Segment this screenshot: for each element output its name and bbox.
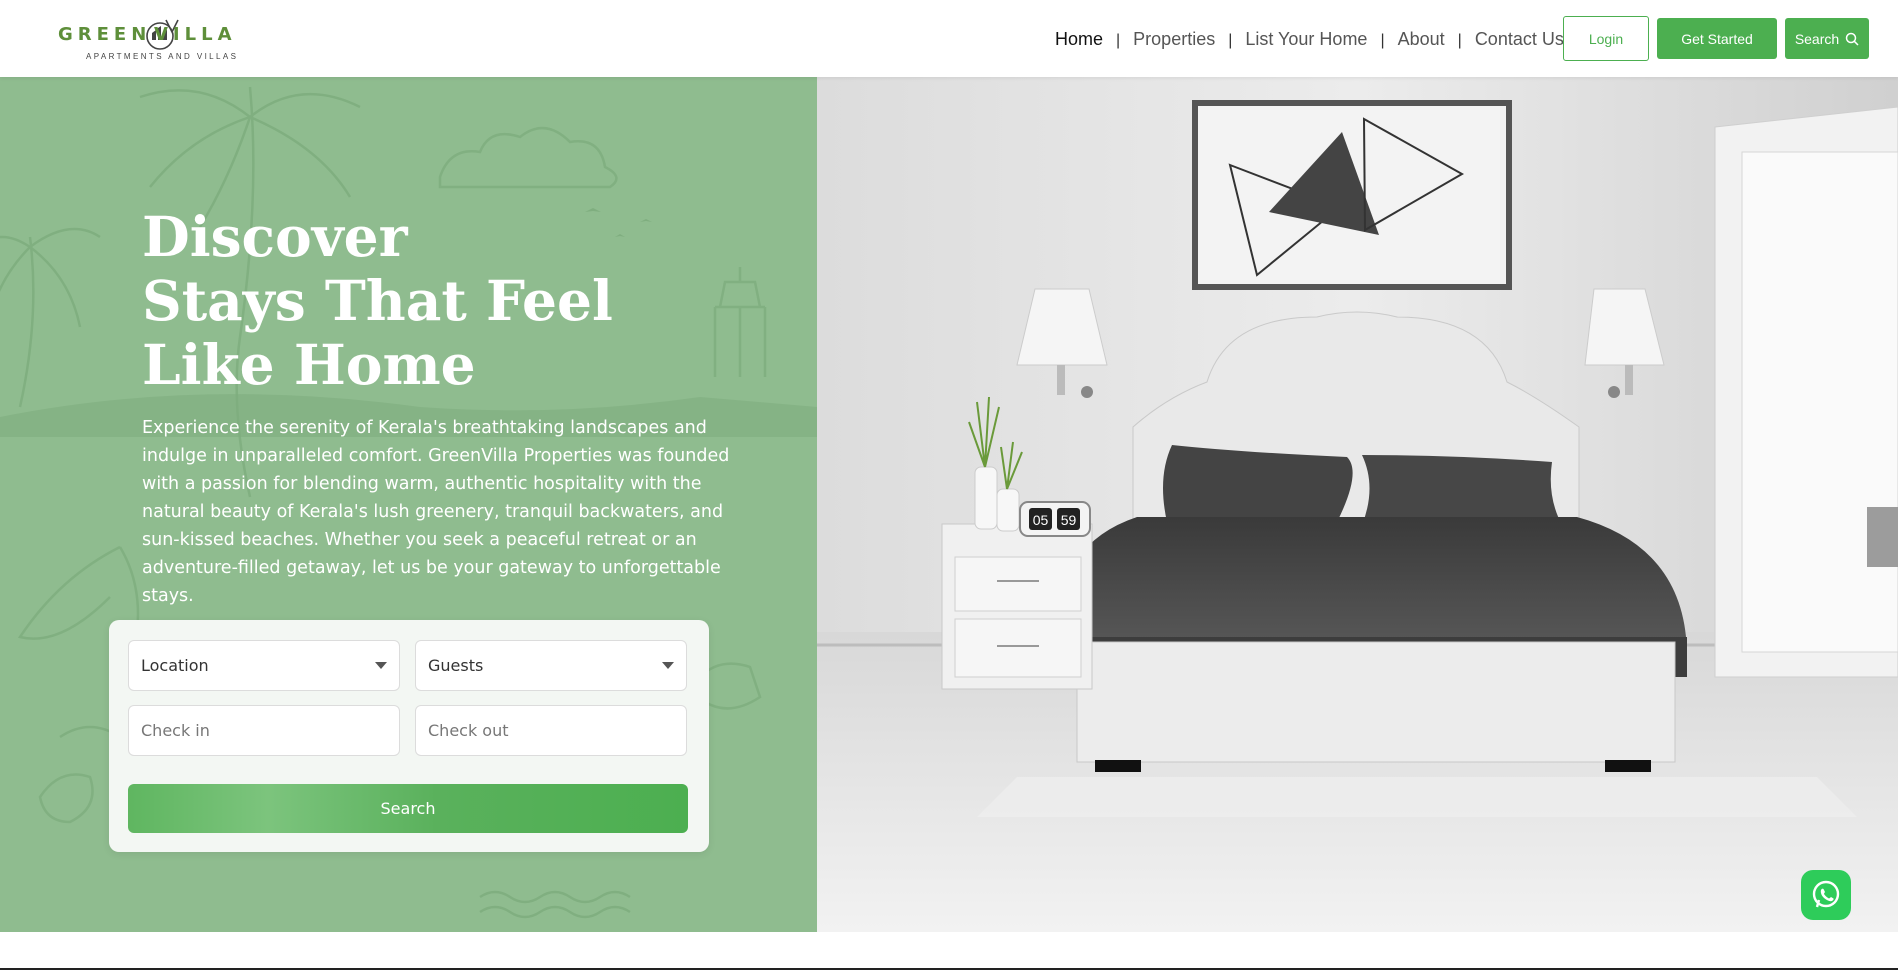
clock-minutes: 59 (1061, 512, 1077, 528)
clock-hours: 05 (1033, 512, 1049, 528)
header-search-button[interactable]: Search (1785, 18, 1869, 59)
hero-title-line: Like Home (142, 332, 476, 397)
guests-select-value: Guests (428, 656, 484, 675)
brand-logo[interactable]: GREEN VILLA APARTMENTS AND VILLAS (58, 18, 258, 64)
hero-description: Experience the serenity of Kerala's brea… (142, 418, 730, 606)
header-search-label: Search (1794, 30, 1840, 47)
guests-select[interactable]: Guests (415, 640, 687, 691)
brand-name-right: VILLA (154, 24, 237, 45)
get-started-button[interactable]: Get Started (1657, 18, 1777, 59)
location-select-value: Location (141, 656, 209, 675)
hero-title-line: Discover (142, 204, 408, 269)
booking-search-card: Location Guests Check in Check out Searc… (109, 620, 709, 852)
chevron-down-icon (662, 662, 674, 669)
search-icon (1845, 32, 1859, 46)
nav-home[interactable]: Home (1055, 29, 1103, 50)
chevron-down-icon (375, 662, 387, 669)
location-select[interactable]: Location (128, 640, 400, 691)
hero-panel: Discover Stays That Feel Like Home Exper… (0, 77, 817, 932)
check-in-input[interactable]: Check in (128, 705, 400, 756)
whatsapp-icon (1812, 880, 1840, 908)
login-button[interactable]: Login (1563, 16, 1649, 61)
brand-tagline: APARTMENTS AND VILLAS (86, 52, 239, 61)
main-nav: Home | Properties | List Your Home | Abo… (1055, 27, 1564, 51)
whatsapp-button[interactable] (1801, 870, 1851, 920)
nav-separator: | (1457, 32, 1462, 49)
nav-properties[interactable]: Properties (1133, 29, 1215, 50)
nav-contact-us[interactable]: Contact Us (1475, 29, 1564, 50)
nav-list-your-home[interactable]: List Your Home (1245, 29, 1367, 50)
nav-separator: | (1228, 32, 1233, 49)
search-submit-button[interactable]: Search (128, 784, 688, 833)
nav-about[interactable]: About (1398, 29, 1445, 50)
nav-separator: | (1380, 32, 1385, 49)
hero-title: Discover Stays That Feel Like Home (142, 205, 702, 397)
check-out-input[interactable]: Check out (415, 705, 687, 756)
hero-title-line: Stays That Feel (142, 268, 613, 333)
nav-separator: | (1116, 32, 1121, 49)
brand-name-left: GREEN (58, 24, 152, 45)
hero-image-panel: 05 59 (817, 77, 1898, 932)
bedroom-illustration: 05 59 (817, 77, 1898, 932)
site-header: GREEN VILLA APARTMENTS AND VILLAS Home |… (0, 0, 1898, 77)
